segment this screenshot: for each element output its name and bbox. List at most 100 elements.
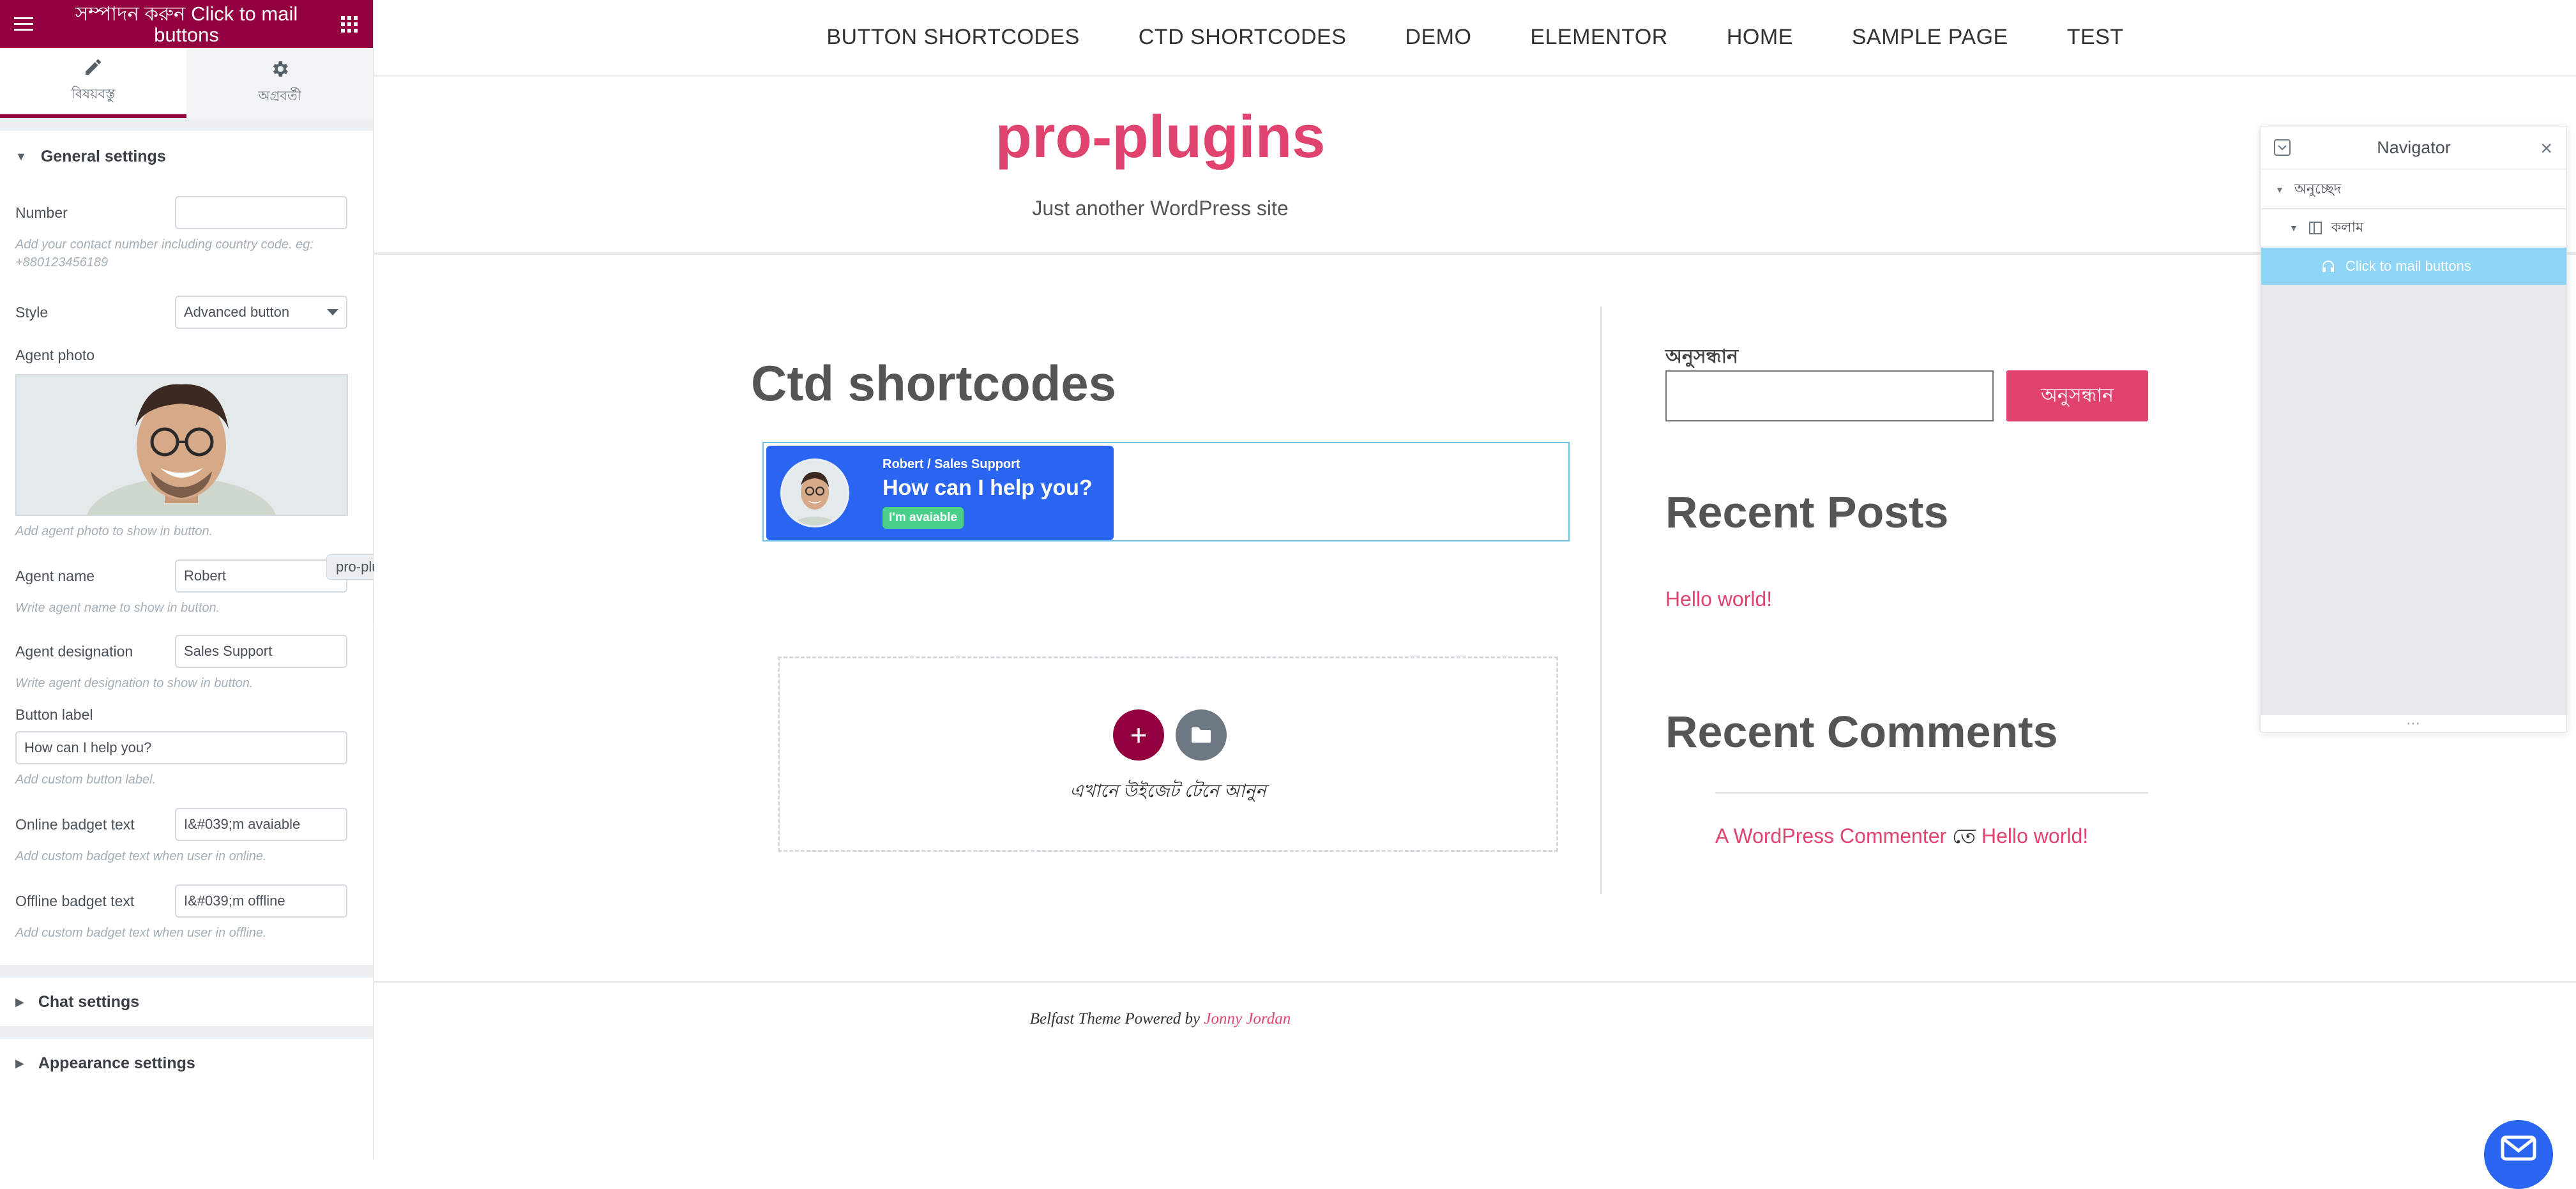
button-label-description: Add custom button label. [15,773,156,787]
online-badge-label: Online badget text [15,815,135,833]
button-label-row: How can I help you? [0,731,373,764]
nav-item-home[interactable]: HOME [1697,25,1822,50]
tab-advanced-label: অগ্রবর্তী [258,88,301,103]
search-widget-title: অনুসন্ধান [1665,346,1739,367]
recent-posts-title: Recent Posts [1665,487,1949,537]
divider [0,118,373,131]
online-badge-row: Online badget text I&#039;m avaiable [0,808,373,841]
template-library-button[interactable] [1176,709,1227,761]
navigator-item-column[interactable]: ▼ কলাম [2261,209,2566,248]
nav-item-sample-page[interactable]: SAMPLE PAGE [1822,25,2038,50]
page-title: Ctd shortcodes [751,355,1117,411]
nav-item-button-shortcodes[interactable]: BUTTON SHORTCODES [797,25,1109,50]
caret-down-icon: ▼ [2275,185,2284,195]
divider [1715,792,2148,794]
main-navigation: BUTTON SHORTCODES CTD SHORTCODES DEMO EL… [374,0,2576,77]
widget-drop-zone[interactable]: + এখানে উইজেট টেনে আনুন [778,656,1558,852]
section-general-label: General settings [40,147,166,165]
ctd-text-block: Robert / Sales Support How can I help yo… [883,457,1093,529]
footer-credit: Belfast Theme Powered by Jonny Jordan [374,1010,1946,1028]
ctd-widget-container[interactable]: Robert / Sales Support How can I help yo… [762,442,1570,541]
offline-badge-description: Add custom badget text when user in offl… [15,926,267,940]
search-button[interactable]: অনুসন্ধান [2006,370,2148,421]
section-chat-settings[interactable]: ▶ Chat settings [0,978,373,1026]
panel-header: সম্পাদন করুন Click to mail buttons [0,0,373,48]
navigator-resize-handle[interactable]: ⋯ [2261,715,2566,732]
style-row: Style Advanced button [0,296,373,329]
agent-designation-row: Agent designation Sales Support [0,635,373,668]
headphones-icon [2322,261,2334,272]
agent-photo-image [17,375,347,515]
navigator-panel: Navigator × ▼ অনুচ্ছেদ ▼ কলাম Click to m… [2261,126,2567,732]
section-appearance-label: Appearance settings [38,1054,195,1072]
number-label: Number [15,204,68,221]
nav-item-ctd-shortcodes[interactable]: CTD SHORTCODES [1109,25,1376,50]
section-appearance-settings[interactable]: ▶ Appearance settings [0,1039,373,1087]
gear-icon [273,61,288,77]
agent-name-row: Agent name Robert [0,559,373,593]
recent-post-link[interactable]: Hello world! [1665,587,1772,611]
offline-badge-row: Offline badget text I&#039;m offline [0,884,373,918]
offline-badge-input[interactable]: I&#039;m offline [175,884,347,918]
status-badge: I'm avaiable [883,507,964,529]
navigator-item-label: Click to mail buttons [2345,258,2471,274]
agent-photo-label: Agent photo [15,347,95,363]
close-icon[interactable]: × [2540,137,2552,160]
agent-name-label: Agent name [15,567,95,584]
comment-connector: তে [1952,824,1976,847]
style-select[interactable]: Advanced button [175,296,347,329]
navigator-item-section[interactable]: ▼ অনুচ্ছেদ [2261,171,2566,209]
agent-photo-description: Add agent photo to show in button. [15,524,213,538]
agent-name-input[interactable]: Robert [175,559,347,593]
recent-comments-title: Recent Comments [1665,707,2058,757]
tab-advanced[interactable]: অগ্রবর্তী [186,48,373,118]
divider [0,965,373,978]
widgets-grid-icon[interactable] [338,13,360,35]
column-icon [2308,222,2322,234]
nav-item-demo[interactable]: DEMO [1375,25,1501,50]
panel-title: সম্পাদন করুন Click to mail buttons [75,2,298,46]
navigator-item-label: অনুচ্ছেদ [2294,180,2342,197]
caret-down-icon: ▼ [15,149,27,163]
number-input[interactable] [175,196,347,229]
dropdown-arrow-icon [327,309,338,315]
folder-icon [1192,727,1211,743]
caret-right-icon: ▶ [15,1056,24,1070]
floating-mail-button[interactable] [2484,1120,2553,1189]
online-badge-input[interactable]: I&#039;m avaiable [175,808,347,841]
recent-comment-item: A WordPress Commenter তে Hello world! [1715,820,2088,854]
style-label: Style [15,303,49,321]
navigator-title: Navigator [2377,137,2451,157]
collapse-all-icon[interactable] [2274,139,2291,156]
navigator-tree: ▼ অনুচ্ছেদ ▼ কলাম Click to mail buttons [2261,171,2566,715]
button-label-input[interactable]: How can I help you? [15,731,347,764]
footer-author-link[interactable]: Jonny Jordan [1204,1010,1291,1027]
panel-tabs: বিষয়বস্তু অগ্রবর্তী [0,48,373,118]
hamburger-menu-icon[interactable] [13,13,34,35]
divider [1600,307,1602,894]
site-tagline: Just another WordPress site [1032,197,1289,220]
section-general-settings[interactable]: ▼ General settings [0,131,373,182]
divider [374,252,2576,255]
navigator-header: Navigator × [2261,126,2566,170]
nav-item-test[interactable]: TEST [2038,25,2153,50]
site-title[interactable]: pro-plugins [374,102,1946,171]
search-input[interactable] [1665,370,1994,421]
agent-photo-preview[interactable] [15,374,348,516]
comment-post-link[interactable]: Hello world! [1981,824,2088,847]
nav-item-elementor[interactable]: ELEMENTOR [1501,25,1697,50]
agent-name-description: Write agent name to show in button. [15,601,220,615]
agent-designation-input[interactable]: Sales Support [175,635,347,668]
navigator-item-widget[interactable]: Click to mail buttons [2261,248,2566,286]
tab-content[interactable]: বিষয়বস্তু [0,48,186,118]
section-chat-label: Chat settings [38,992,140,1011]
click-to-mail-button[interactable]: Robert / Sales Support How can I help yo… [766,446,1114,540]
caret-down-icon: ▼ [2289,223,2298,233]
plus-icon: + [1130,718,1148,752]
style-select-value: Advanced button [184,304,290,320]
divider [0,1026,373,1039]
offline-badge-label: Offline badget text [15,892,135,909]
envelope-icon [2501,1135,2536,1161]
comment-author-link[interactable]: A WordPress Commenter [1715,824,1946,847]
add-section-button[interactable]: + [1113,709,1164,761]
